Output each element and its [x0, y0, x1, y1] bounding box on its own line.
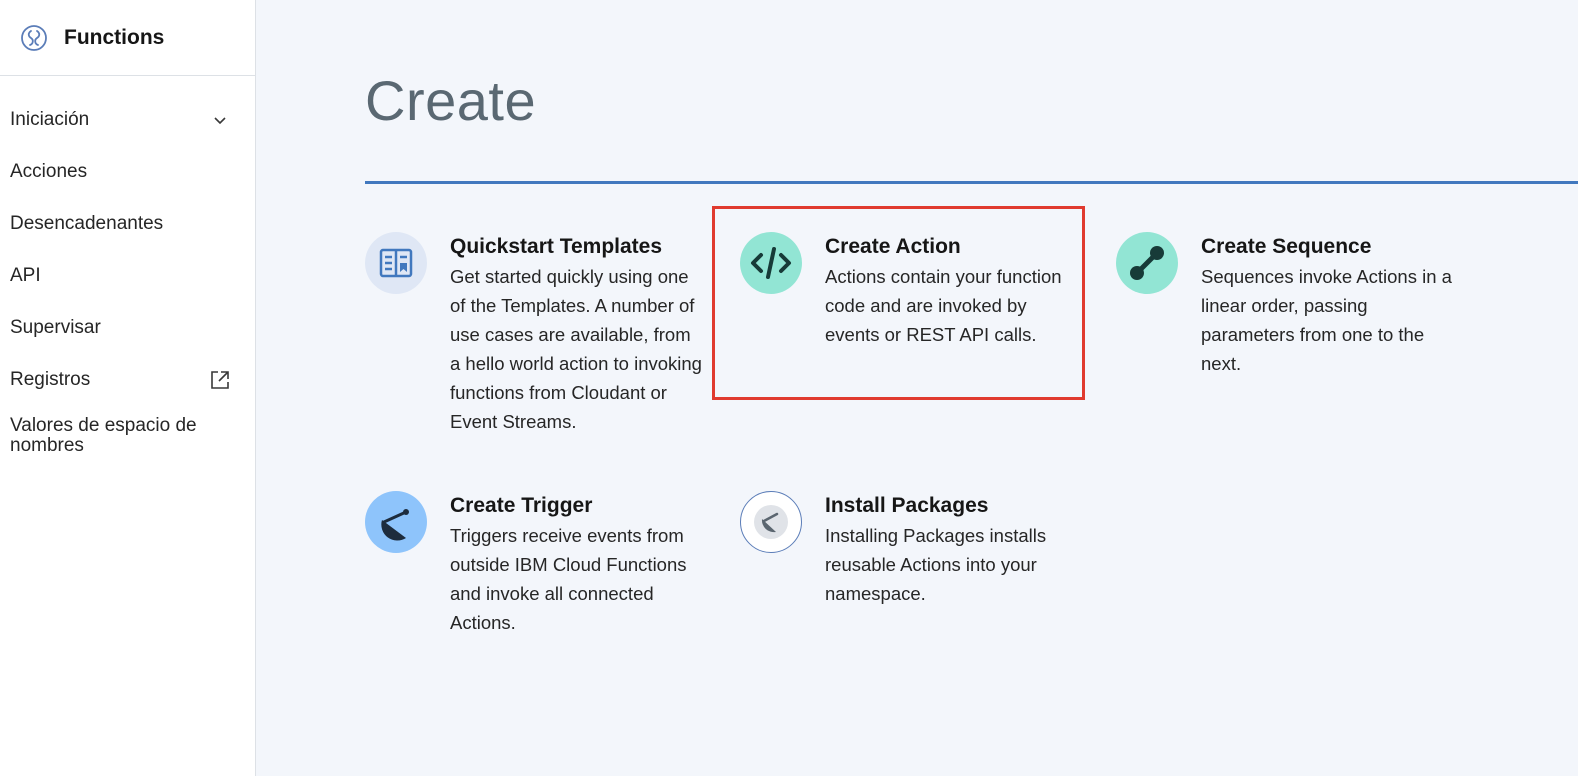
tile-description: Installing Packages installs reusable Ac… — [825, 525, 1047, 604]
app-title: Functions — [64, 25, 165, 49]
sidebar-item-registros[interactable]: Registros — [0, 354, 255, 406]
tile-title: Quickstart Templates — [450, 235, 663, 258]
sidebar-nav: Iniciación Acciones Desencadenantes API … — [0, 76, 255, 466]
sidebar-item-label: Desencadenantes — [10, 213, 164, 234]
tile-title: Install Packages — [825, 494, 989, 517]
sidebar-item-label: Valores de espacio de nombres — [10, 415, 197, 456]
sidebar-item-api[interactable]: API — [0, 250, 255, 302]
page-title: Create — [365, 69, 537, 132]
sidebar-item-label: Acciones — [10, 161, 88, 182]
sidebar-item-label: Supervisar — [10, 317, 101, 338]
tile-text: Install Packages Installing Packages ins… — [825, 491, 1080, 608]
tile-title: Create Trigger — [450, 494, 593, 517]
satellite-dish-icon — [365, 491, 427, 553]
tile-text: Create Trigger Triggers receive events f… — [450, 491, 705, 637]
sidebar-item-supervisar[interactable]: Supervisar — [0, 302, 255, 354]
tile-description: Get started quickly using one of the Tem… — [450, 266, 702, 432]
sidebar-item-label: Registros — [10, 369, 91, 390]
external-link-icon — [209, 369, 231, 391]
sidebar-item-label: API — [10, 265, 41, 286]
tile-description: Triggers receive events from outside IBM… — [450, 525, 687, 633]
quickstart-templates-tile[interactable]: Quickstart Templates Get started quickly… — [365, 232, 705, 436]
tile-text: Create Action Actions contain your funct… — [825, 232, 1080, 349]
sidebar-item-acciones[interactable]: Acciones — [0, 146, 255, 198]
sidebar: Functions Iniciación Acciones Desencaden… — [0, 0, 256, 776]
tile-title: Create Action — [825, 235, 961, 258]
chevron-down-icon — [209, 109, 231, 131]
main-content: Create Quickstart Templates Get started … — [256, 0, 1578, 776]
create-action-tile[interactable]: Create Action Actions contain your funct… — [740, 232, 1080, 349]
sidebar-header: Functions — [0, 0, 255, 76]
create-trigger-tile[interactable]: Create Trigger Triggers receive events f… — [365, 491, 705, 637]
tile-text: Quickstart Templates Get started quickly… — [450, 232, 705, 436]
sidebar-item-desencadenantes[interactable]: Desencadenantes — [0, 198, 255, 250]
functions-logo-icon — [20, 24, 48, 52]
tile-text: Create Sequence Sequences invoke Actions… — [1201, 232, 1456, 378]
sidebar-item-label: Iniciación — [10, 109, 90, 130]
sidebar-item-iniciacion[interactable]: Iniciación — [0, 94, 255, 146]
create-sequence-tile[interactable]: Create Sequence Sequences invoke Actions… — [1116, 232, 1456, 378]
template-icon — [365, 232, 427, 294]
tile-title: Create Sequence — [1201, 235, 1372, 258]
title-divider — [365, 181, 1578, 184]
tile-description: Actions contain your function code and a… — [825, 266, 1062, 345]
package-icon — [740, 491, 802, 553]
sequence-icon — [1116, 232, 1178, 294]
install-packages-tile[interactable]: Install Packages Installing Packages ins… — [740, 491, 1080, 608]
code-icon — [740, 232, 802, 294]
sidebar-item-valores-espacio-nombres[interactable]: Valores de espacio de nombres — [0, 406, 255, 466]
tile-description: Sequences invoke Actions in a linear ord… — [1201, 266, 1452, 374]
